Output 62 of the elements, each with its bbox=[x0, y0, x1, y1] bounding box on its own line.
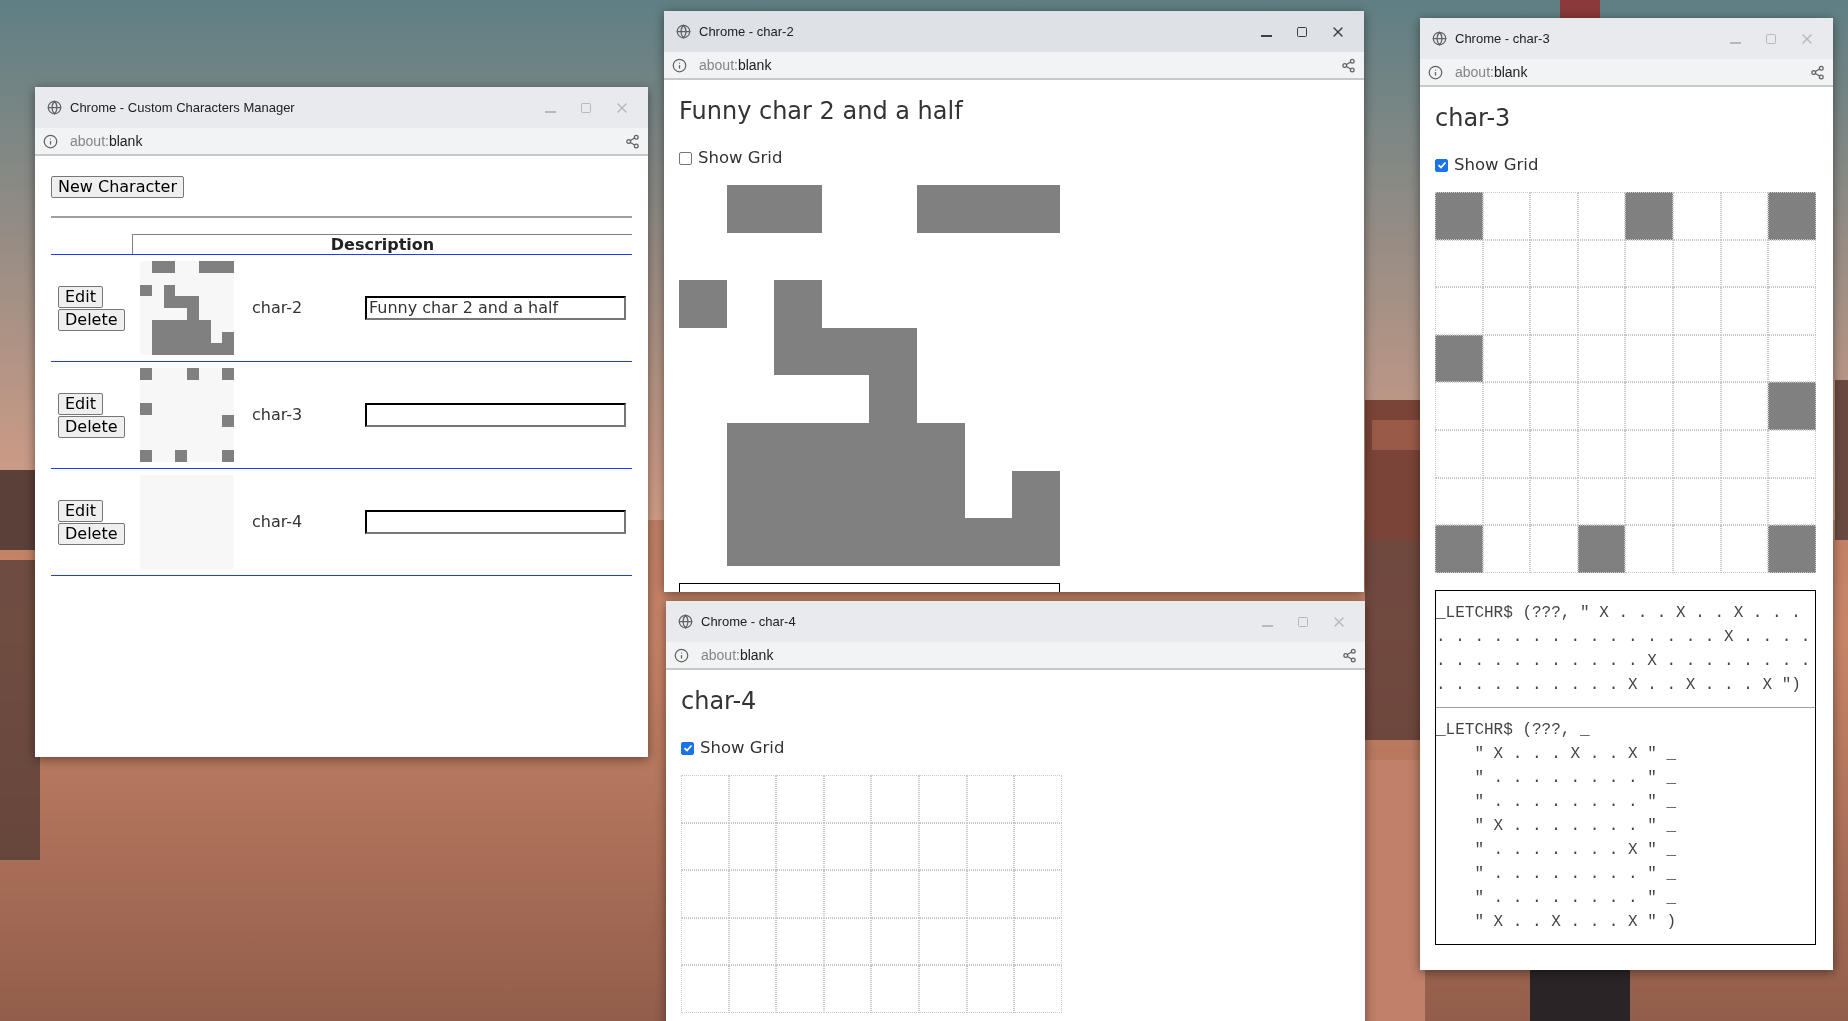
show-grid-checkbox[interactable] bbox=[681, 741, 694, 755]
info-icon[interactable] bbox=[1428, 64, 1443, 80]
show-grid-label: Show Grid bbox=[698, 146, 783, 169]
maximize-icon bbox=[580, 101, 592, 114]
minimize-icon bbox=[1729, 41, 1741, 44]
delete-button[interactable]: Delete bbox=[58, 308, 125, 331]
character-grid[interactable] bbox=[1435, 192, 1816, 573]
minimize-icon bbox=[544, 110, 556, 113]
description-field[interactable] bbox=[365, 510, 626, 534]
character-grid[interactable] bbox=[679, 185, 1060, 566]
show-grid-label: Show Grid bbox=[1454, 153, 1539, 176]
maximize-icon bbox=[1296, 25, 1308, 38]
maximize-icon bbox=[1297, 615, 1309, 628]
globe-icon bbox=[676, 24, 691, 39]
character-name: char-4 bbox=[251, 511, 304, 533]
delete-button[interactable]: Delete bbox=[58, 522, 125, 545]
edit-button[interactable]: Edit bbox=[58, 499, 103, 522]
code-line: _LETCHR$ (???, _ bbox=[1436, 719, 1591, 741]
code-line: " . . . . . . . . " _ bbox=[1473, 767, 1678, 789]
minimize-icon bbox=[1260, 34, 1272, 37]
character-name: char-3 bbox=[251, 404, 304, 426]
show-grid-checkbox[interactable] bbox=[679, 151, 692, 165]
code-line: " . . . . . . . . " _ bbox=[1473, 887, 1678, 909]
share-icon[interactable] bbox=[1342, 647, 1357, 663]
code-line: _LETCHR$ (???, " X . . . X . . X . . . . . . . . . . . . . . . . . . X . . . . . . . . . . . . . . . X . . . . . . . . . . . . . . . . . . X . . X . . . X ") bbox=[1436, 602, 1812, 696]
globe-icon bbox=[678, 614, 693, 629]
character-heading: char-3 bbox=[1435, 103, 1512, 133]
show-grid-checkbox[interactable] bbox=[1435, 158, 1448, 172]
share-icon[interactable] bbox=[1810, 64, 1825, 80]
code-line: " X . . X . . . X " ) bbox=[1473, 911, 1678, 933]
window-title: Chrome - char-3 bbox=[1455, 29, 1550, 48]
description-field[interactable]: Funny char 2 and a half bbox=[365, 296, 626, 320]
edit-button[interactable]: Edit bbox=[58, 285, 103, 308]
character-heading: Funny char 2 and a half bbox=[679, 96, 965, 126]
new-character-button[interactable]: New Character bbox=[51, 176, 184, 198]
description-field[interactable] bbox=[365, 403, 626, 427]
character-heading: char-4 bbox=[681, 686, 758, 716]
code-line: " . . . . . . . . " _ bbox=[1473, 791, 1678, 813]
code-line: " X . . . X . . X " _ bbox=[1473, 743, 1678, 765]
edit-button[interactable]: Edit bbox=[58, 392, 103, 415]
share-icon[interactable] bbox=[1341, 57, 1356, 73]
url-text: about:blank bbox=[701, 645, 774, 665]
info-icon[interactable] bbox=[43, 133, 58, 149]
globe-icon bbox=[1432, 31, 1447, 46]
minimize-icon bbox=[1261, 624, 1273, 627]
url-text: about:blank bbox=[699, 55, 772, 75]
info-icon[interactable] bbox=[672, 57, 687, 73]
info-icon[interactable] bbox=[674, 647, 689, 663]
code-line: " X . . . . . . . " _ bbox=[1473, 815, 1678, 837]
maximize-icon bbox=[1765, 32, 1777, 45]
share-icon[interactable] bbox=[625, 133, 640, 149]
delete-button[interactable]: Delete bbox=[58, 415, 125, 438]
window-title: Chrome - char-2 bbox=[699, 22, 794, 41]
window-title: Chrome - char-4 bbox=[701, 612, 796, 631]
code-line: " . . . . . . . X " _ bbox=[1473, 839, 1678, 861]
url-text: about:blank bbox=[1455, 62, 1528, 82]
window-title: Chrome - Custom Characters Manager bbox=[70, 98, 295, 117]
character-name: char-2 bbox=[251, 297, 304, 319]
code-line: " . . . . . . . . " _ bbox=[1473, 863, 1678, 885]
show-grid-label: Show Grid bbox=[700, 736, 785, 759]
globe-icon bbox=[47, 100, 62, 115]
url-text: about:blank bbox=[70, 131, 143, 151]
